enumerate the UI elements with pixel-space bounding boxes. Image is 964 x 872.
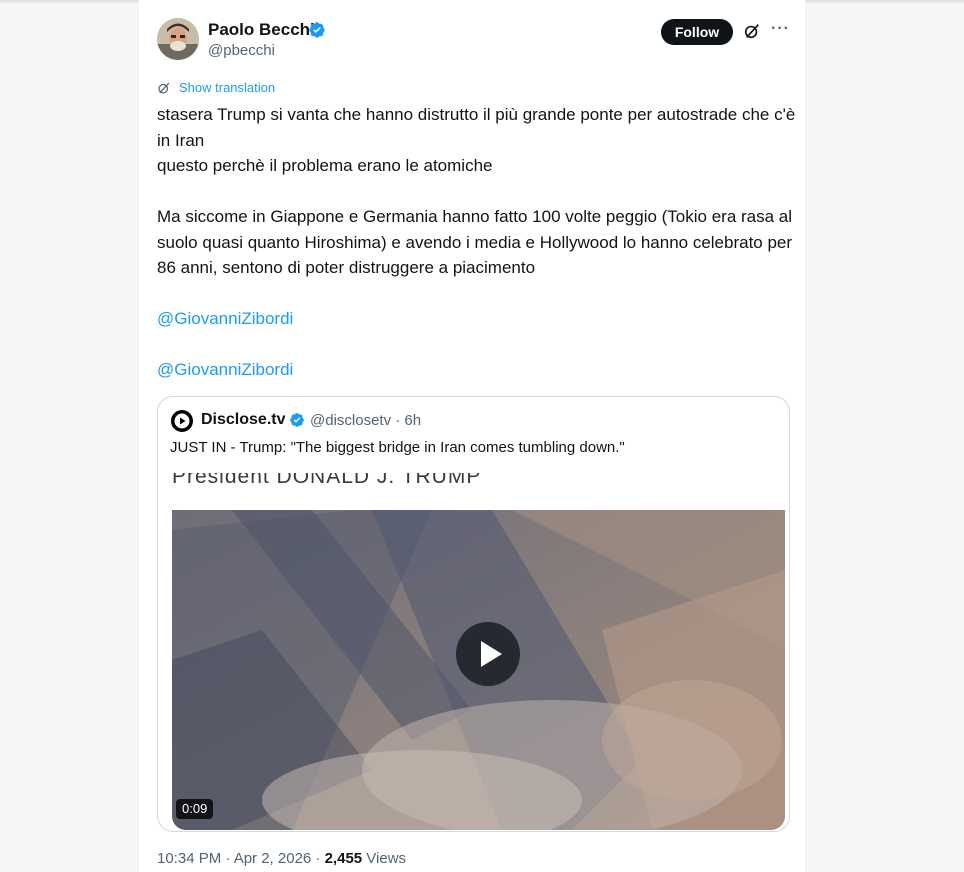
quoted-tweet[interactable]: Disclose.tv @disclosetv · 6h JUST IN - T… bbox=[157, 396, 790, 832]
quoted-author-name[interactable]: Disclose.tv bbox=[201, 411, 285, 429]
verified-badge-icon bbox=[290, 413, 304, 427]
grok-icon[interactable] bbox=[743, 22, 761, 40]
show-translation-link[interactable]: Show translation bbox=[179, 80, 275, 95]
author-name[interactable]: Paolo Becchi bbox=[208, 20, 315, 40]
grok-translate-icon bbox=[158, 82, 170, 94]
tweet-line: stasera Trump si vanta che hanno distrut… bbox=[157, 105, 796, 150]
tweet-meta: 10:34 PM · Apr 2, 2026 · 2,455 Views bbox=[157, 850, 406, 867]
verified-badge-icon bbox=[309, 22, 325, 38]
tweet-body: stasera Trump si vanta che hanno distrut… bbox=[157, 102, 797, 383]
mention-link[interactable]: @GiovanniZibordi bbox=[157, 306, 797, 332]
tweet-line: questo perchè il problema erano le atomi… bbox=[157, 156, 493, 175]
play-icon bbox=[481, 641, 502, 667]
disclose-tv-logo-icon bbox=[171, 410, 193, 432]
quoted-handle-time: @disclosetv · 6h bbox=[310, 412, 422, 429]
tweet-line: Ma siccome in Giappone e Germania hanno … bbox=[157, 207, 793, 277]
play-button[interactable] bbox=[456, 622, 520, 686]
mention-link[interactable]: @GiovanniZibordi bbox=[157, 357, 797, 383]
video-player[interactable]: 0:09 bbox=[172, 510, 785, 830]
video-caption: President DONALD J. TRUMP bbox=[172, 465, 482, 488]
more-options-icon[interactable]: ··· bbox=[771, 20, 790, 38]
tweet-timestamp[interactable]: 10:34 PM · Apr 2, 2026 · bbox=[157, 850, 325, 867]
view-count: 2,455 bbox=[324, 850, 363, 867]
follow-button[interactable]: Follow bbox=[661, 19, 733, 45]
author-avatar[interactable] bbox=[157, 18, 199, 60]
author-handle[interactable]: @pbecchi bbox=[208, 42, 275, 59]
quoted-text: JUST IN - Trump: "The biggest bridge in … bbox=[170, 439, 625, 456]
views-label: Views bbox=[362, 850, 407, 867]
video-duration: 0:09 bbox=[176, 799, 214, 819]
